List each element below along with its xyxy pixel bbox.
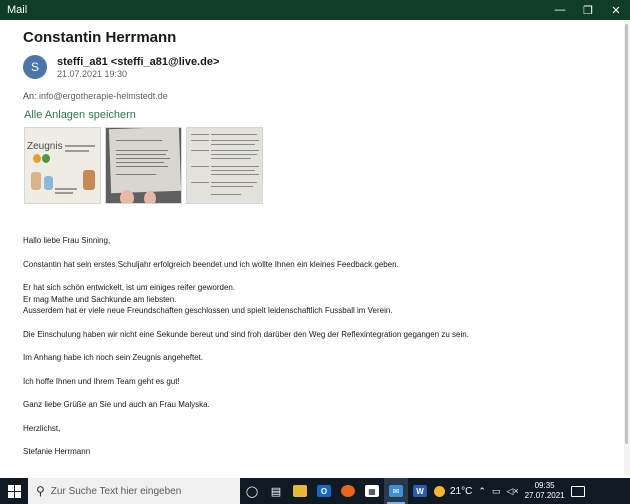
attachment-thumbnail[interactable] (105, 127, 182, 204)
balloon-shape (42, 154, 50, 163)
attachment-thumbnail-text: Zeugnis (27, 141, 63, 152)
document-text-line (116, 140, 162, 141)
sun-icon (434, 485, 445, 497)
vertical-scrollbar[interactable] (624, 20, 630, 476)
start-button[interactable] (0, 478, 28, 504)
document-text-line (191, 166, 209, 167)
body-paragraph: Ausserdem hat er viele neue Freundschaft… (23, 306, 393, 315)
thumbnail-text-line (55, 192, 73, 194)
attachment-thumbnail[interactable]: Zeugnis (24, 127, 101, 204)
clock-date: 27.07.2021 (524, 491, 565, 500)
task-view-icon[interactable]: ▤ (264, 478, 288, 504)
app-title: Mail (7, 4, 28, 16)
body-paragraph: Die Einschulung haben wir nicht eine Sek… (23, 329, 469, 339)
body-paragraph: Er mag Mathe und Sachkunde am liebsten. (23, 294, 177, 304)
document-text-line (211, 182, 257, 183)
document-text-line (211, 140, 259, 141)
taskbar-search-box[interactable]: ⚲ Zur Suche Text hier eingeben (28, 478, 240, 504)
recipient-line: An: info@ergotherapie-helmstedt.de (23, 91, 168, 101)
document-text-line (211, 158, 251, 159)
document-text-line (191, 150, 209, 151)
clock-time: 09:35 (534, 481, 555, 490)
save-all-attachments-link[interactable]: Alle Anlagen speichern (24, 109, 136, 121)
document-text-line (191, 134, 209, 135)
network-icon[interactable]: ▭ (492, 486, 501, 497)
greeting: Hallo liebe Frau Sinning, (23, 236, 111, 245)
document-text-line (116, 150, 168, 151)
document-text-line (116, 158, 170, 159)
scrollbar-thumb[interactable] (625, 24, 628, 444)
system-clock[interactable]: 09:35 27.07.2021 (525, 481, 565, 501)
closing: Herzlichst, (23, 423, 61, 433)
document-text-line (211, 144, 255, 145)
store-icon[interactable]: ▦ (360, 478, 384, 504)
word-icon[interactable]: W (408, 478, 432, 504)
title-bar: Mail — ❐ ✕ (0, 0, 630, 20)
document-text-line (211, 170, 255, 171)
recipient-address[interactable]: info@ergotherapie-helmstedt.de (39, 91, 168, 101)
message-subject: Constantin Herrmann (23, 29, 177, 46)
figure-shape (31, 172, 41, 190)
document-text-line (116, 174, 156, 175)
sent-date: 21.07.2021 19:30 (57, 69, 128, 79)
avatar: S (23, 55, 47, 79)
document-text-line (211, 154, 257, 155)
finger-shape (144, 191, 156, 203)
volume-muted-icon[interactable]: ◁× (506, 486, 518, 497)
signature: Stefanie Herrmann (23, 447, 91, 456)
document-text-line (191, 182, 209, 183)
avatar-initial: S (30, 60, 39, 74)
figure-shape (83, 170, 95, 190)
to-label: An: (23, 91, 37, 101)
document-text-line (116, 162, 164, 163)
document-text-line (211, 186, 253, 187)
finger-shape (120, 190, 134, 203)
firefox-icon[interactable] (336, 478, 360, 504)
document-text-line (211, 194, 241, 195)
document-paper-shape (108, 128, 181, 194)
reading-pane: Constantin Herrmann S steffi_a81 <steffi… (0, 20, 624, 476)
document-text-line (211, 134, 257, 135)
system-tray: ⌃ ▭ ◁× (478, 486, 518, 497)
chevron-up-icon[interactable]: ⌃ (478, 486, 486, 497)
body-paragraph: Im Anhang habe ich noch sein Zeugnis ang… (23, 353, 204, 362)
mail-app-icon[interactable]: ✉ (384, 478, 408, 504)
cortana-icon[interactable]: ◯ (240, 478, 264, 504)
windows-logo-icon (7, 484, 21, 498)
maximize-icon[interactable]: ❐ (574, 0, 602, 20)
notification-center-icon[interactable] (570, 485, 585, 497)
file-explorer-icon[interactable] (288, 478, 312, 504)
balloon-shape (33, 154, 41, 163)
body-paragraph: Ganz liebe Grüße an Sie und auch an Frau… (23, 400, 210, 409)
document-text-line (116, 166, 168, 167)
figure-shape (44, 176, 53, 190)
thumbnail-text-line (65, 150, 89, 152)
thumbnail-text-line (65, 145, 95, 147)
taskbar: ⚲ Zur Suche Text hier eingeben ◯ ▤ O ▦ ✉… (0, 478, 630, 504)
body-paragraph: Ich hoffe Ihnen und Ihrem Team geht es g… (23, 376, 180, 386)
search-placeholder: Zur Suche Text hier eingeben (50, 485, 182, 497)
document-text-line (191, 140, 209, 141)
outlook-icon[interactable]: O (312, 478, 336, 504)
minimize-icon[interactable]: — (546, 0, 574, 20)
attachment-list: Zeugnis (24, 127, 263, 204)
body-paragraph: Constantin hat sein erstes Schuljahr erf… (23, 259, 399, 269)
document-text-line (116, 154, 166, 155)
sender-name[interactable]: steffi_a81 <steffi_a81@live.de> (57, 56, 219, 68)
document-text-line (211, 174, 259, 175)
search-icon: ⚲ (36, 484, 45, 498)
close-icon[interactable]: ✕ (602, 0, 630, 20)
document-text-line (211, 166, 259, 167)
body-paragraph: Er hat sich schön entwickelt, ist um ein… (23, 283, 236, 292)
weather-widget[interactable]: 21°C (434, 485, 473, 497)
attachment-thumbnail[interactable] (186, 127, 263, 204)
message-body: Hallo liebe Frau Sinning, Constantin hat… (23, 235, 613, 458)
document-text-line (211, 150, 259, 151)
weather-temperature: 21°C (450, 485, 473, 497)
thumbnail-text-line (55, 188, 77, 190)
